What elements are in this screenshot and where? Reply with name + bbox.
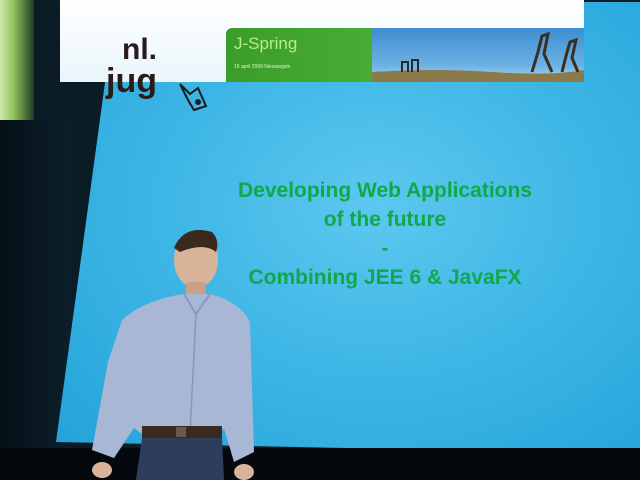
banner-date: 15 april 2009 Nieuwegein xyxy=(234,64,291,70)
logo-text: nl. jug xyxy=(106,33,157,100)
duke-mascot-icon xyxy=(179,83,208,112)
logo-line-jug: jug xyxy=(106,61,157,100)
giraffe-silhouettes-icon xyxy=(372,31,584,82)
banner-title: J-Spring xyxy=(234,34,298,53)
speaker-figure xyxy=(92,230,254,480)
logo-line-nl: nl. xyxy=(122,33,157,66)
slide-title-line-1: Developing Web Applications xyxy=(237,179,533,202)
side-light xyxy=(0,0,34,130)
banner-photo xyxy=(372,28,584,82)
jspring-banner: J-Spring 15 april 2009 Nieuwegein xyxy=(226,28,584,82)
